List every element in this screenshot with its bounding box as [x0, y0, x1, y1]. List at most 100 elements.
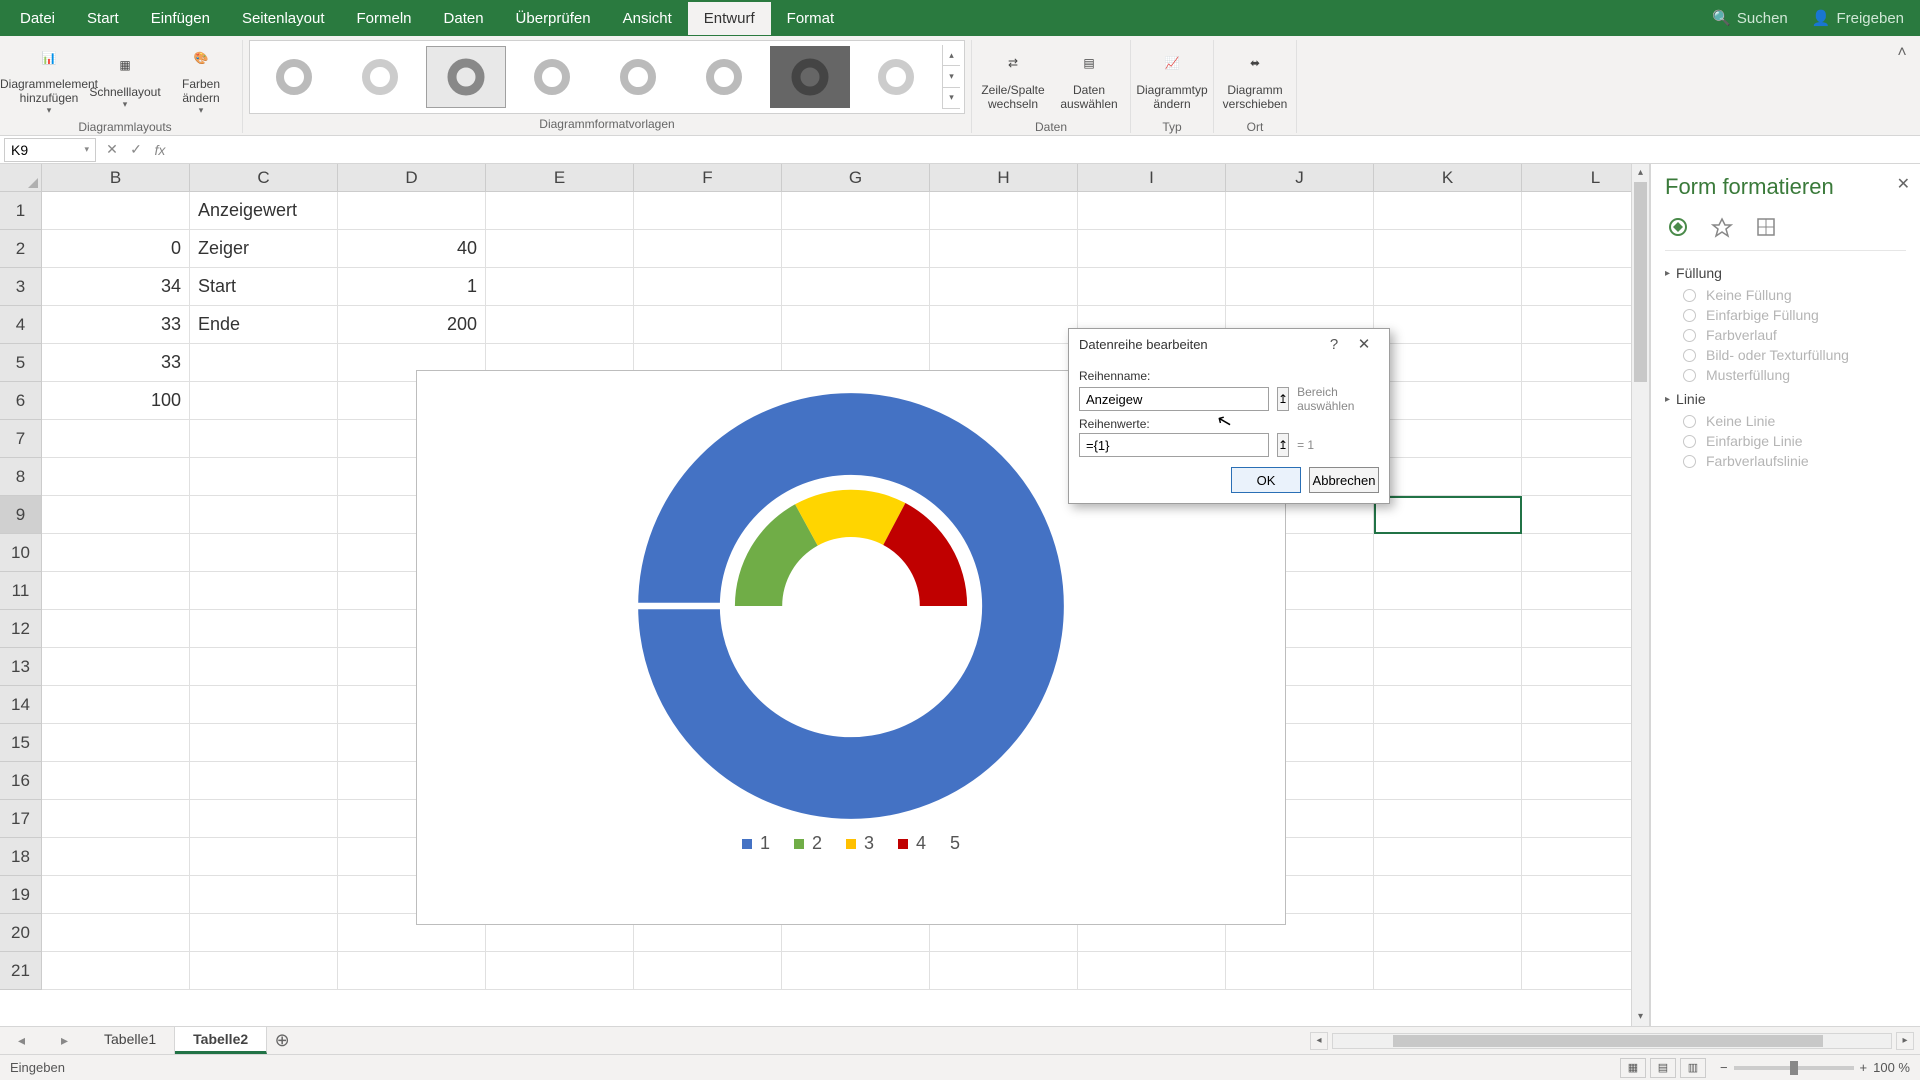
cell-J1[interactable]: [1226, 192, 1374, 230]
zoom-in-button[interactable]: +: [1860, 1060, 1868, 1075]
menu-tab-einfügen[interactable]: Einfügen: [135, 2, 226, 35]
col-header-E[interactable]: E: [486, 164, 634, 192]
cell-B20[interactable]: [42, 914, 190, 952]
dialog-titlebar[interactable]: Datenreihe bearbeiten ? ✕: [1069, 329, 1389, 359]
cancel-formula-button[interactable]: ✕: [100, 141, 124, 158]
cell-C2[interactable]: Zeiger: [190, 230, 338, 268]
cell-C12[interactable]: [190, 610, 338, 648]
cell-F3[interactable]: [634, 268, 782, 306]
cell-B9[interactable]: [42, 496, 190, 534]
cell-K18[interactable]: [1374, 838, 1522, 876]
cell-B5[interactable]: 33: [42, 344, 190, 382]
row-header-13[interactable]: 13: [0, 648, 42, 686]
fill-line-tab[interactable]: [1665, 214, 1691, 240]
cell-D2[interactable]: 40: [338, 230, 486, 268]
menu-tab-datei[interactable]: Datei: [4, 2, 71, 35]
cell-E2[interactable]: [486, 230, 634, 268]
size-props-tab[interactable]: [1753, 214, 1779, 240]
insert-function-button[interactable]: fx: [148, 142, 172, 158]
zoom-slider[interactable]: [1734, 1066, 1854, 1070]
cell-F21[interactable]: [634, 952, 782, 990]
row-header-17[interactable]: 17: [0, 800, 42, 838]
share-button[interactable]: 👤 Freigeben: [1800, 9, 1916, 27]
fill-option[interactable]: Farbverlauf: [1683, 327, 1906, 343]
legend-item[interactable]: 5: [950, 833, 960, 854]
cell-K1[interactable]: [1374, 192, 1522, 230]
col-header-I[interactable]: I: [1078, 164, 1226, 192]
cell-B11[interactable]: [42, 572, 190, 610]
scroll-up[interactable]: ▴: [1632, 164, 1649, 182]
switch-row-col-button[interactable]: ⇄Zeile/Spalte wechseln: [978, 40, 1048, 118]
fill-option[interactable]: Einfarbige Füllung: [1683, 307, 1906, 323]
legend-item[interactable]: 1: [742, 833, 770, 854]
scroll-right[interactable]: ▸: [1896, 1032, 1914, 1050]
cell-K10[interactable]: [1374, 534, 1522, 572]
cell-B6[interactable]: 100: [42, 382, 190, 420]
legend-item[interactable]: 4: [898, 833, 926, 854]
cell-B1[interactable]: [42, 192, 190, 230]
cell-C11[interactable]: [190, 572, 338, 610]
move-chart-button[interactable]: ⬌Diagramm verschieben: [1220, 40, 1290, 118]
fill-option[interactable]: Keine Füllung: [1683, 287, 1906, 303]
cell-K12[interactable]: [1374, 610, 1522, 648]
chart-style-2[interactable]: [340, 46, 420, 108]
cell-B15[interactable]: [42, 724, 190, 762]
cell-C21[interactable]: [190, 952, 338, 990]
cell-C4[interactable]: Ende: [190, 306, 338, 344]
scroll-down[interactable]: ▾: [1632, 1008, 1649, 1026]
cell-G1[interactable]: [782, 192, 930, 230]
cell-B4[interactable]: 33: [42, 306, 190, 344]
cell-C17[interactable]: [190, 800, 338, 838]
select-all-corner[interactable]: [0, 164, 42, 192]
cell-B17[interactable]: [42, 800, 190, 838]
gallery-down[interactable]: ▾: [943, 66, 960, 87]
cell-K15[interactable]: [1374, 724, 1522, 762]
select-data-button[interactable]: ▤Daten auswählen: [1054, 40, 1124, 118]
enter-formula-button[interactable]: ✓: [124, 141, 148, 158]
tell-me-search[interactable]: 🔍 Suchen: [1700, 9, 1800, 27]
cell-K13[interactable]: [1374, 648, 1522, 686]
sheet-nav-first[interactable]: ◂: [18, 1032, 25, 1049]
cell-C18[interactable]: [190, 838, 338, 876]
menu-tab-daten[interactable]: Daten: [428, 2, 500, 35]
zoom-out-button[interactable]: −: [1720, 1060, 1728, 1075]
cell-B8[interactable]: [42, 458, 190, 496]
dialog-help-button[interactable]: ?: [1319, 336, 1349, 353]
legend-item[interactable]: 3: [846, 833, 874, 854]
cell-E3[interactable]: [486, 268, 634, 306]
col-header-G[interactable]: G: [782, 164, 930, 192]
line-option[interactable]: Keine Linie: [1683, 413, 1906, 429]
name-box[interactable]: K9▾: [4, 138, 96, 162]
chart-style-7[interactable]: [770, 46, 850, 108]
row-header-8[interactable]: 8: [0, 458, 42, 496]
col-header-B[interactable]: B: [42, 164, 190, 192]
chart-style-6[interactable]: [684, 46, 764, 108]
chart-style-1[interactable]: [254, 46, 334, 108]
cell-H21[interactable]: [930, 952, 1078, 990]
row-header-12[interactable]: 12: [0, 610, 42, 648]
cell-K19[interactable]: [1374, 876, 1522, 914]
row-header-20[interactable]: 20: [0, 914, 42, 952]
row-header-21[interactable]: 21: [0, 952, 42, 990]
cell-K3[interactable]: [1374, 268, 1522, 306]
menu-tab-seitenlayout[interactable]: Seitenlayout: [226, 2, 341, 35]
cell-H4[interactable]: [930, 306, 1078, 344]
cell-J21[interactable]: [1226, 952, 1374, 990]
zoom-control[interactable]: − + 100 %: [1720, 1060, 1910, 1075]
cell-J3[interactable]: [1226, 268, 1374, 306]
cell-J2[interactable]: [1226, 230, 1374, 268]
series-name-input[interactable]: [1079, 387, 1269, 411]
cell-K6[interactable]: [1374, 382, 1522, 420]
menu-tab-ansicht[interactable]: Ansicht: [607, 2, 688, 35]
cell-K20[interactable]: [1374, 914, 1522, 952]
cell-C1[interactable]: Anzeigewert: [190, 192, 338, 230]
cell-E1[interactable]: [486, 192, 634, 230]
quick-layout-button[interactable]: ▦ Schnelllayout▾: [90, 40, 160, 118]
row-header-6[interactable]: 6: [0, 382, 42, 420]
cell-G4[interactable]: [782, 306, 930, 344]
cell-D21[interactable]: [338, 952, 486, 990]
cell-C5[interactable]: [190, 344, 338, 382]
cell-B21[interactable]: [42, 952, 190, 990]
cell-K14[interactable]: [1374, 686, 1522, 724]
cell-C15[interactable]: [190, 724, 338, 762]
